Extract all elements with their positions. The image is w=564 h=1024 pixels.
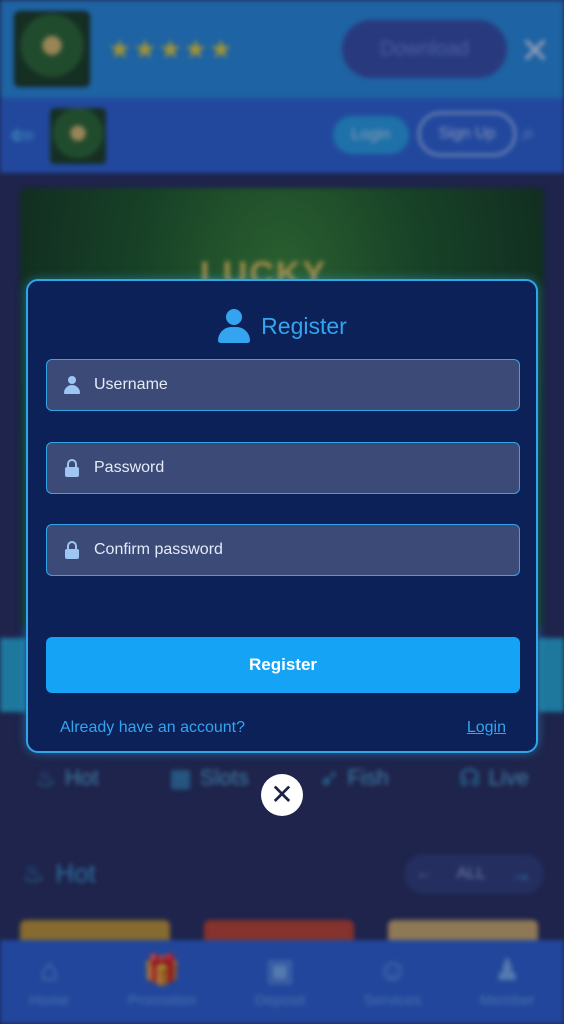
have-account-text: Already have an account?: [60, 719, 246, 736]
register-modal: Register Register Already have an accoun…: [26, 279, 538, 753]
username-field-wrapper: [46, 359, 520, 411]
register-submit-button[interactable]: Register: [46, 637, 520, 693]
modal-title-text: Register: [261, 312, 347, 339]
lock-icon: [63, 541, 81, 559]
login-link[interactable]: Login: [467, 719, 506, 737]
user-icon: [63, 376, 81, 394]
confirm-password-field-wrapper: [46, 524, 520, 576]
close-icon: ✕: [270, 779, 294, 810]
username-input[interactable]: [94, 376, 514, 394]
modal-footer: Already have an account? Login: [60, 719, 506, 737]
lock-icon: [63, 459, 81, 477]
password-field-wrapper: [46, 442, 520, 494]
user-icon: [217, 309, 251, 343]
confirm-password-input[interactable]: [94, 541, 514, 559]
close-modal-button[interactable]: ✕: [261, 774, 303, 816]
modal-title: Register: [28, 309, 536, 343]
password-input[interactable]: [94, 459, 514, 477]
